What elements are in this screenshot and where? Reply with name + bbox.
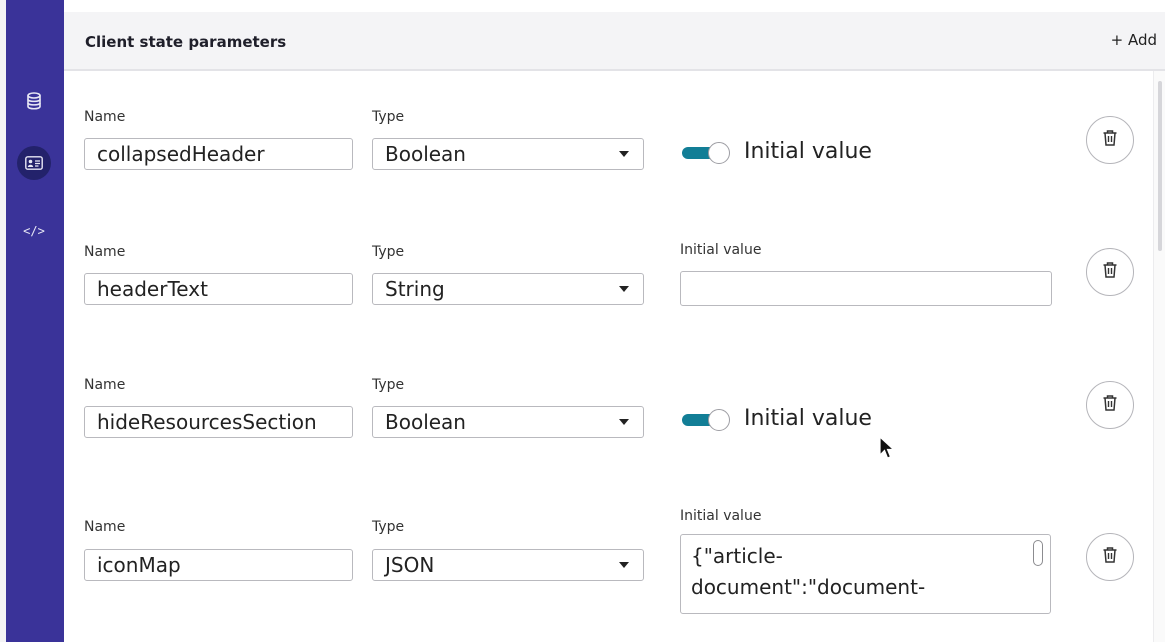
variables-icon — [25, 156, 43, 170]
toggle-knob — [708, 409, 730, 431]
type-select[interactable]: Boolean — [372, 138, 644, 170]
list-scrollbar[interactable] — [1153, 71, 1165, 642]
trash-icon — [1102, 129, 1118, 151]
name-label: Name — [84, 377, 126, 393]
panel-title: Client state parameters — [85, 33, 287, 51]
type-label: Type — [372, 377, 405, 393]
type-label: Type — [372, 109, 405, 125]
parameter-row: Name headerText Type String Initial valu… — [64, 204, 1153, 338]
type-value: Boolean — [385, 410, 466, 434]
type-value: JSON — [385, 553, 435, 577]
sidebar: </> — [6, 0, 64, 642]
name-input[interactable]: headerText — [84, 273, 353, 305]
name-label: Name — [84, 244, 126, 260]
type-value: String — [385, 277, 445, 301]
name-label: Name — [84, 109, 126, 125]
name-input[interactable]: iconMap — [84, 549, 353, 581]
chevron-down-icon — [619, 419, 629, 425]
initial-value-input[interactable] — [680, 271, 1052, 306]
initial-value-label: Initial value — [680, 508, 762, 524]
type-label: Type — [372, 244, 405, 260]
code-icon: </> — [23, 224, 45, 238]
code-button[interactable]: </> — [17, 214, 51, 248]
trash-icon — [1102, 261, 1118, 283]
name-input[interactable]: hideResourcesSection — [84, 406, 353, 438]
type-select[interactable]: String — [372, 273, 644, 305]
initial-value-textarea[interactable]: {"article- document":"document- — [680, 534, 1051, 614]
chevron-down-icon — [619, 286, 629, 292]
initial-value-label: Initial value — [744, 406, 872, 431]
parameter-row: Name hideResourcesSection Type Boolean I… — [64, 337, 1153, 471]
delete-button[interactable] — [1086, 248, 1134, 296]
name-input[interactable]: collapsedHeader — [84, 138, 353, 170]
initial-value-label: Initial value — [744, 139, 872, 164]
initial-value-label: Initial value — [680, 242, 762, 258]
initial-value-toggle[interactable] — [682, 409, 730, 431]
delete-button[interactable] — [1086, 533, 1134, 581]
textarea-scrollbar[interactable] — [1033, 540, 1043, 566]
type-value: Boolean — [385, 142, 466, 166]
type-label: Type — [372, 519, 405, 535]
data-source-button[interactable] — [17, 84, 51, 118]
mouse-cursor-icon — [879, 435, 896, 464]
client-state-button[interactable] — [17, 146, 51, 180]
chevron-down-icon — [619, 562, 629, 568]
delete-button[interactable] — [1086, 381, 1134, 429]
database-icon — [26, 92, 42, 110]
chevron-down-icon — [619, 151, 629, 157]
delete-button[interactable] — [1086, 116, 1134, 164]
trash-icon — [1102, 546, 1118, 568]
textarea-line: document":"document- — [691, 575, 926, 599]
toggle-knob — [708, 142, 730, 164]
textarea-line: {"article- — [691, 544, 783, 568]
scroll-thumb[interactable] — [1158, 81, 1162, 251]
panel-header: Client state parameters + Add — [64, 12, 1165, 71]
parameter-row: Name collapsedHeader Type Boolean Initia… — [64, 71, 1153, 205]
trash-icon — [1102, 394, 1118, 416]
type-select[interactable]: Boolean — [372, 406, 644, 438]
name-label: Name — [84, 519, 126, 535]
add-parameter-button[interactable]: + Add — [1111, 31, 1157, 49]
initial-value-toggle[interactable] — [682, 142, 730, 164]
type-select[interactable]: JSON — [372, 549, 644, 581]
